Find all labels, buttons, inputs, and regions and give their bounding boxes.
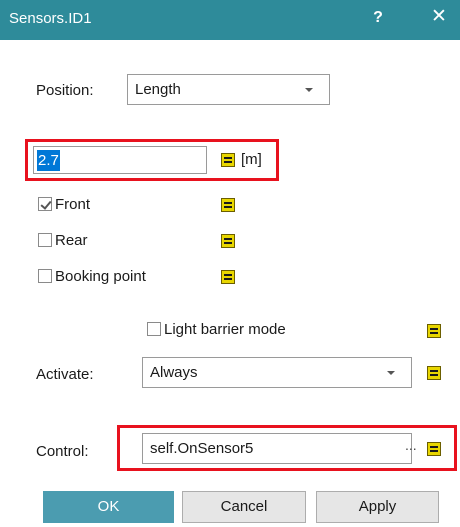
front-label: Front bbox=[55, 196, 91, 213]
activate-value: Always bbox=[150, 364, 198, 381]
formula-icon[interactable] bbox=[427, 442, 441, 456]
activate-dropdown[interactable]: Always bbox=[142, 357, 412, 388]
activate-label: Activate: bbox=[36, 366, 94, 383]
cancel-button[interactable]: Cancel bbox=[182, 491, 306, 523]
help-icon[interactable]: ? bbox=[371, 9, 385, 27]
position-label: Position: bbox=[36, 82, 94, 99]
close-icon[interactable]: ✕ bbox=[430, 7, 448, 27]
booking-point-label: Booking point bbox=[55, 268, 146, 285]
light-barrier-label: Light barrier mode bbox=[164, 321, 286, 338]
light-barrier-checkbox[interactable] bbox=[147, 322, 161, 336]
length-unit: [m] bbox=[241, 151, 262, 168]
length-value: 2.7 bbox=[37, 150, 60, 171]
control-label: Control: bbox=[36, 443, 89, 460]
window-title: Sensors.ID1 bbox=[9, 10, 92, 27]
formula-icon[interactable] bbox=[427, 366, 441, 380]
formula-icon[interactable] bbox=[427, 324, 441, 338]
formula-icon[interactable] bbox=[221, 270, 235, 284]
position-dropdown[interactable]: Length bbox=[127, 74, 330, 105]
title-bar: Sensors.ID1 ? ✕ bbox=[0, 0, 460, 40]
control-input[interactable]: self.OnSensor5 ... bbox=[142, 433, 417, 464]
position-value: Length bbox=[135, 81, 181, 98]
formula-icon[interactable] bbox=[221, 153, 235, 167]
rear-label: Rear bbox=[55, 232, 88, 249]
rear-checkbox[interactable] bbox=[38, 233, 52, 247]
browse-button[interactable]: ... bbox=[405, 437, 417, 453]
formula-icon[interactable] bbox=[221, 198, 235, 212]
booking-point-checkbox[interactable] bbox=[38, 269, 52, 283]
control-value: self.OnSensor5 bbox=[150, 440, 254, 457]
front-checkbox[interactable] bbox=[38, 197, 52, 211]
length-input[interactable]: 2.7 bbox=[33, 146, 207, 174]
formula-icon[interactable] bbox=[221, 234, 235, 248]
apply-button[interactable]: Apply bbox=[316, 491, 439, 523]
ok-button[interactable]: OK bbox=[43, 491, 174, 523]
chevron-down-icon bbox=[387, 371, 395, 375]
chevron-down-icon bbox=[305, 88, 313, 92]
